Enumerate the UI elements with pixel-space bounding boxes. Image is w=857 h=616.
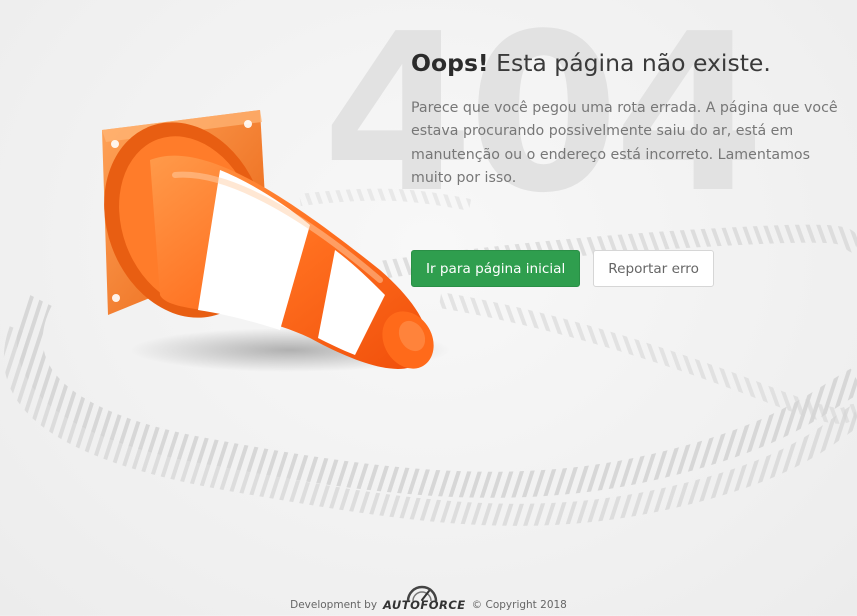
page-title: Oops! Esta página não existe. xyxy=(411,48,841,79)
autoforce-logo[interactable]: AUTOFORCE xyxy=(383,585,466,616)
report-error-button[interactable]: Reportar erro xyxy=(593,250,714,287)
footer-development-by: Development by xyxy=(290,599,378,611)
error-content: Oops! Esta página não existe. Parece que… xyxy=(411,48,841,191)
error-description: Parece que você pegou uma rota errada. A… xyxy=(411,99,838,187)
title-text: Esta página não existe. xyxy=(488,49,771,77)
go-home-button[interactable]: Ir para página inicial xyxy=(411,250,581,287)
speedometer-icon xyxy=(406,585,438,602)
action-buttons: Ir para página inicial Reportar erro xyxy=(411,250,714,287)
footer-copyright: © Copyright 2018 xyxy=(471,599,567,611)
traffic-cone-icon xyxy=(102,110,450,372)
footer: Development by AUTOFORCE © Copyright 201… xyxy=(0,585,857,616)
title-emphasis: Oops! xyxy=(411,49,489,77)
